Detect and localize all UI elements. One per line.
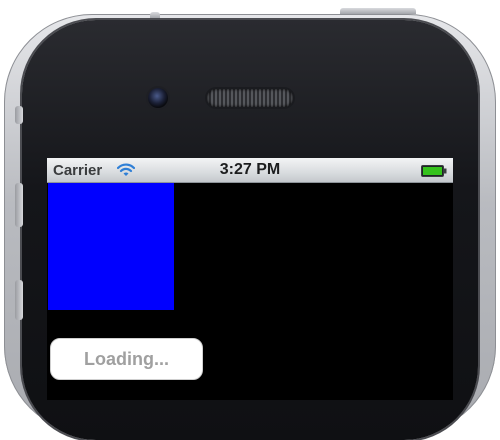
loading-button[interactable]: Loading... (50, 338, 203, 380)
front-camera-icon (148, 88, 168, 108)
blue-square-view (48, 183, 174, 310)
volume-up-button (15, 183, 23, 227)
volume-down-button (15, 280, 23, 320)
top-notch (150, 12, 160, 18)
mute-switch (15, 106, 23, 124)
power-button (340, 8, 416, 14)
battery-full-icon (421, 165, 447, 177)
status-bar: Carrier 3:27 PM (47, 158, 453, 183)
phone-screen: Carrier 3:27 PM Loading... (47, 158, 453, 400)
earpiece-speaker-icon (207, 89, 293, 107)
clock: 3:27 PM (219, 161, 281, 178)
